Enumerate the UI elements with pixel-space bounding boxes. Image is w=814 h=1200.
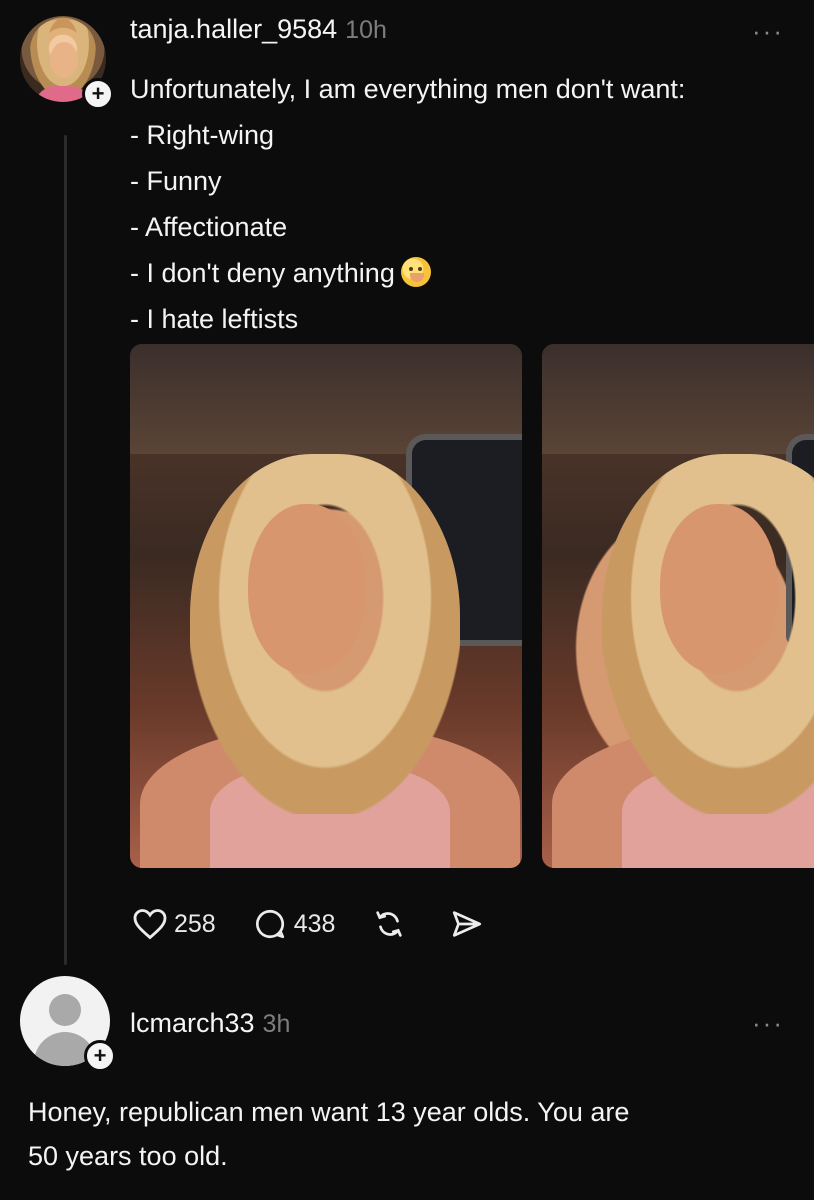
repost-button[interactable] bbox=[371, 907, 413, 941]
post-more-menu-icon[interactable]: ··· bbox=[752, 16, 784, 47]
post-body: Unfortunately, I am everything men don't… bbox=[130, 66, 685, 342]
reply-time: 3h bbox=[262, 1010, 291, 1038]
post-line: - Right-wing bbox=[130, 120, 275, 150]
reply-username[interactable]: lcmarch33 bbox=[130, 1008, 255, 1038]
share-button[interactable] bbox=[449, 907, 491, 941]
send-icon bbox=[453, 911, 482, 937]
reply-more-menu-icon[interactable]: ··· bbox=[752, 1008, 784, 1039]
reply-line: Honey, republican men want 13 year olds.… bbox=[28, 1097, 630, 1127]
repost-icon bbox=[376, 911, 403, 937]
author-username[interactable]: tanja.haller_9584 bbox=[130, 14, 337, 44]
reply-body: Honey, republican men want 13 year olds.… bbox=[28, 1090, 629, 1178]
like-count: 258 bbox=[174, 909, 216, 938]
post-line: - Funny bbox=[130, 166, 222, 196]
shushing-face-emoji-icon bbox=[400, 257, 431, 287]
post-photo-2[interactable] bbox=[542, 344, 814, 868]
post-time: 10h bbox=[345, 16, 387, 44]
post-line: - I don't deny anything bbox=[130, 250, 685, 296]
post-header: tanja.haller_9584 10h bbox=[130, 14, 387, 45]
reply-follow-plus-icon[interactable]: + bbox=[84, 1040, 116, 1072]
comment-button[interactable]: 438 bbox=[252, 907, 336, 941]
comment-count: 438 bbox=[293, 909, 336, 938]
comment-bubble-icon bbox=[255, 909, 284, 939]
thread-line bbox=[64, 135, 67, 965]
post-line: Unfortunately, I am everything men don't… bbox=[130, 74, 686, 104]
reply-line: 50 years too old. bbox=[28, 1141, 228, 1171]
heart-icon bbox=[133, 909, 167, 940]
post-line: - I hate leftists bbox=[130, 304, 299, 334]
post-actions: 258 438 bbox=[132, 904, 527, 944]
follow-plus-icon[interactable]: + bbox=[82, 78, 114, 110]
reply-header: lcmarch33 3h bbox=[130, 1008, 290, 1039]
post-photo-1[interactable] bbox=[130, 344, 522, 868]
like-button[interactable]: 258 bbox=[132, 907, 216, 941]
post-line: - Affectionate bbox=[130, 212, 288, 242]
